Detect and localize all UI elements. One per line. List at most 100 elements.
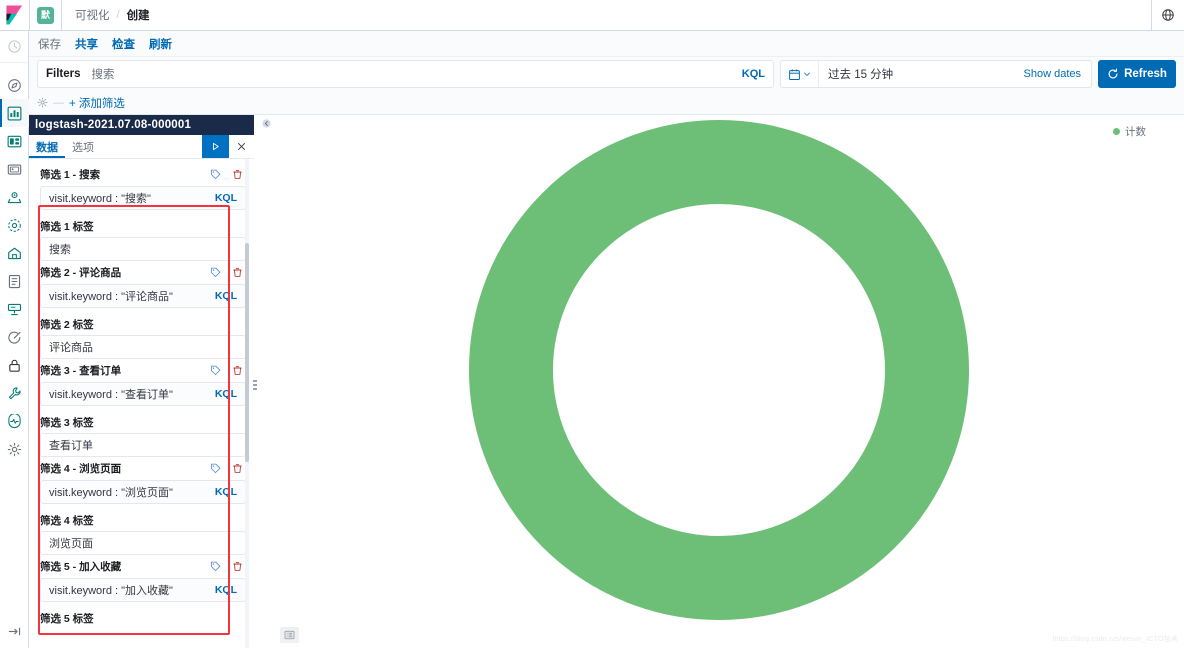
tab-options[interactable]: 选项 [65,135,101,158]
filter-query-value: visit.keyword : "浏览页面" [49,484,215,500]
sidebar-item-uptime[interactable] [0,323,29,351]
uptime-icon [7,330,22,345]
trash-icon[interactable] [232,267,243,278]
breadcrumb-separator: / [117,9,120,21]
filter-query-value: visit.keyword : "查看订单" [49,386,215,402]
editor-tabs: 数据 选项 [29,135,254,159]
sidebar-item-infrastructure[interactable] [0,239,29,267]
tag-icon[interactable] [210,365,221,376]
filter-label-input[interactable]: 搜索 [40,237,246,261]
search-input[interactable]: Filters 搜索 KQL [37,60,774,88]
show-dates-button[interactable]: Show dates [1024,68,1091,80]
kibana-logo-button[interactable] [0,0,29,30]
space-badge: 默 [37,7,54,24]
breadcrumb-item-visualize[interactable]: 可视化 [75,7,110,23]
sidebar-item-machine-learning[interactable] [0,211,29,239]
panel-scrollbar-thumb[interactable] [245,243,249,462]
trash-icon[interactable] [232,463,243,474]
sidebar-item-apm[interactable] [0,295,29,323]
filter-label-value: 搜索 [49,241,237,257]
collapse-panel-button[interactable] [259,116,273,130]
date-picker[interactable]: 过去 15 分钟 Show dates [780,60,1092,88]
filter-query-input[interactable]: visit.keyword : "查看订单" KQL [40,382,246,406]
sidebar-item-management[interactable] [0,435,29,463]
filter-group: 筛选 4 - 浏览页面 visit.keyword : "浏览页面" KQL 筛… [40,457,246,555]
trash-icon[interactable] [232,169,243,180]
gear-icon[interactable] [37,97,48,108]
kql-language-button[interactable]: KQL [742,68,765,80]
apply-changes-button[interactable] [202,135,229,158]
date-quick-select-button[interactable] [781,61,819,87]
visualization-footer [254,622,1184,648]
kql-badge[interactable]: KQL [215,388,237,400]
inspect-data-button[interactable] [280,627,299,643]
sidebar-item-discover[interactable] [0,71,29,99]
tag-icon[interactable] [210,267,221,278]
refresh-button[interactable]: 刷新 [149,36,172,52]
filter-label-header: 筛选 5 标签 [40,602,246,626]
filter-label-input[interactable]: 查看订单 [40,433,246,457]
sidebar-item-security[interactable] [0,351,29,379]
filter-group: 筛选 3 - 查看订单 visit.keyword : "查看订单" KQL 筛… [40,359,246,457]
panel-resize-handle[interactable] [250,371,260,399]
apm-icon [7,302,22,317]
filter-query-input[interactable]: visit.keyword : "浏览页面" KQL [40,480,246,504]
dashboard-icon [7,134,22,149]
close-editor-button[interactable] [229,135,254,158]
kql-badge[interactable]: KQL [215,486,237,498]
trash-icon[interactable] [232,365,243,376]
trash-icon[interactable] [232,561,243,572]
play-icon [210,141,221,152]
sidebar-item-canvas[interactable] [0,155,29,183]
sidebar-item-logs[interactable] [0,267,29,295]
maps-icon [7,190,22,205]
rail-item-list [0,63,29,624]
infrastructure-icon [7,246,22,261]
chevron-down-icon [803,70,811,78]
refresh-query-button[interactable]: Refresh [1098,60,1176,88]
tag-icon[interactable] [210,561,221,572]
tag-icon[interactable] [210,169,221,180]
space-switcher-button[interactable]: 默 [29,0,62,30]
globe-icon [1161,8,1175,22]
inspect-button[interactable]: 检查 [112,36,135,52]
gear-icon [7,442,22,457]
sidebar-item-monitoring[interactable] [0,407,29,435]
kql-badge[interactable]: KQL [215,192,237,204]
add-filter-button[interactable]: + 添加筛选 [69,95,125,111]
filter-query-input[interactable]: visit.keyword : "评论商品" KQL [40,284,246,308]
help-menu-button[interactable] [1151,0,1184,30]
donut-slice-count[interactable] [511,162,927,578]
filter-label-input[interactable]: 评论商品 [40,335,246,359]
kql-badge[interactable]: KQL [215,584,237,596]
tab-data[interactable]: 数据 [29,135,65,158]
logs-icon [7,274,22,289]
compass-icon [7,78,22,93]
app-action-menu: 保存 共享 检查 刷新 [29,31,1184,57]
ml-icon [7,218,22,233]
recent-items-button[interactable] [0,31,28,63]
save-button[interactable]: 保存 [38,36,61,52]
filter-header-row: 筛选 1 - 搜索 [40,163,246,183]
kql-badge[interactable]: KQL [215,290,237,302]
filter-label-input[interactable]: 浏览页面 [40,531,246,555]
collapse-nav-button[interactable] [7,624,22,648]
lock-icon [7,358,22,373]
filter-header-row: 筛选 3 - 查看订单 [40,359,246,379]
sidebar-item-dashboard[interactable] [0,127,29,155]
sidebar-item-maps[interactable] [0,183,29,211]
date-range-text[interactable]: 过去 15 分钟 [819,66,1024,82]
kibana-visualize-page: 默 可视化 / 创建 [0,0,1184,648]
sidebar-item-visualize[interactable] [0,99,29,127]
filter-row-actions [210,463,246,474]
global-header: 默 可视化 / 创建 [0,0,1184,31]
breadcrumb-item-create[interactable]: 创建 [127,7,150,23]
tag-icon[interactable] [210,463,221,474]
donut-chart [254,115,1184,625]
share-button[interactable]: 共享 [75,36,98,52]
filter-query-input[interactable]: visit.keyword : "搜索" KQL [40,186,246,210]
sidebar-item-dev-tools[interactable] [0,379,29,407]
clock-icon [7,39,22,54]
filter-query-input[interactable]: visit.keyword : "加入收藏" KQL [40,578,246,602]
filter-header: 筛选 3 - 查看订单 [40,363,121,378]
